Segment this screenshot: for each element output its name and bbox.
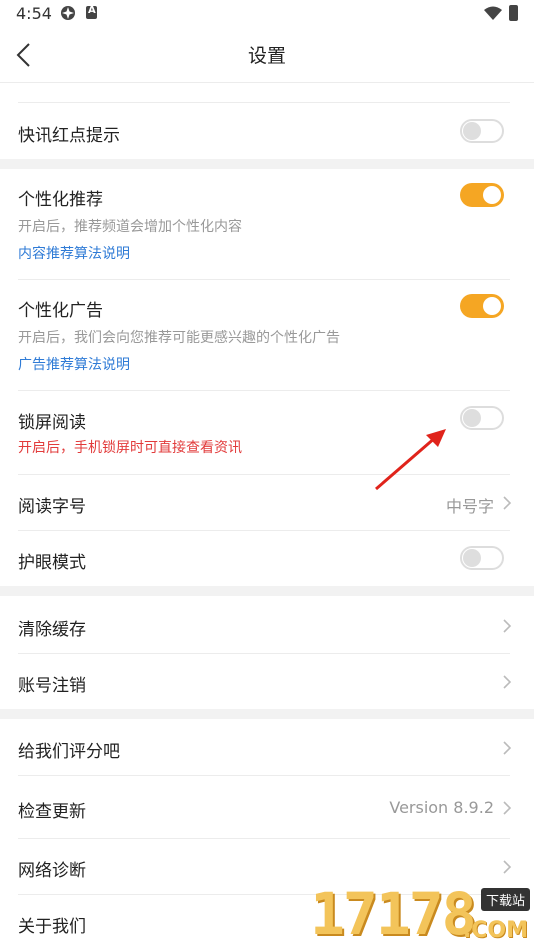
chevron-right-icon	[503, 741, 512, 755]
setting-lock-screen-reading: 锁屏阅读 开启后，手机锁屏时可直接查看资讯	[0, 391, 534, 474]
setting-description: 开启后，推荐频道会增加个性化内容	[18, 219, 242, 235]
status-time: 4:54	[16, 4, 52, 23]
chevron-right-icon	[503, 496, 512, 510]
setting-description: 开启后，我们会向您推荐可能更感兴趣的个性化广告	[18, 330, 340, 346]
eye-protection-toggle[interactable]	[460, 546, 504, 570]
partially-visible-row	[18, 82, 510, 103]
status-bar: 4:54	[0, 0, 534, 28]
chevron-right-icon	[503, 619, 512, 633]
watermark-number: 17178	[310, 880, 477, 948]
section-separator	[0, 709, 534, 719]
setting-label: 检查更新	[18, 802, 86, 822]
setting-label: 快讯红点提示	[18, 126, 120, 146]
setting-personal-recommendation: 个性化推荐 开启后，推荐频道会增加个性化内容 内容推荐算法说明	[0, 169, 534, 279]
setting-warning-description: 开启后，手机锁屏时可直接查看资讯	[18, 440, 242, 456]
chevron-right-icon	[503, 801, 512, 815]
personal-ads-toggle[interactable]	[460, 294, 504, 318]
lock-screen-reading-toggle[interactable]	[460, 406, 504, 430]
app-notification-icon	[61, 6, 75, 20]
chevron-right-icon	[503, 675, 512, 689]
setting-font-size[interactable]: 阅读字号 中号字	[0, 475, 534, 530]
setting-label: 阅读字号	[18, 497, 86, 517]
setting-label: 个性化广告	[18, 301, 103, 321]
ad-algorithm-link[interactable]: 广告推荐算法说明	[18, 354, 130, 374]
toggle-knob	[463, 409, 481, 427]
setting-clear-cache[interactable]: 清除缓存	[0, 598, 534, 653]
text-notification-icon	[86, 5, 97, 19]
toggle-knob	[483, 297, 501, 315]
chevron-right-icon	[503, 860, 512, 874]
personal-recommendation-toggle[interactable]	[460, 183, 504, 207]
setting-label: 网络诊断	[18, 861, 86, 881]
page-title: 设置	[247, 45, 286, 67]
setting-check-update[interactable]: 检查更新 Version 8.9.2	[0, 776, 534, 838]
setting-label: 锁屏阅读	[18, 413, 86, 433]
version-value: Version 8.9.2	[389, 798, 494, 817]
setting-label: 个性化推荐	[18, 190, 103, 210]
setting-personal-ads: 个性化广告 开启后，我们会向您推荐可能更感兴趣的个性化广告 广告推荐算法说明	[0, 280, 534, 390]
toggle-knob	[483, 186, 501, 204]
section-separator	[0, 159, 534, 169]
setting-news-red-dot: 快讯红点提示	[0, 103, 534, 159]
setting-rate-us[interactable]: 给我们评分吧	[0, 720, 534, 775]
section-separator	[0, 586, 534, 596]
toggle-knob	[463, 122, 481, 140]
battery-icon	[509, 5, 518, 21]
setting-label: 护眼模式	[18, 553, 86, 573]
site-watermark: 17178 下载站 .COM	[310, 880, 534, 950]
app-header: 设置	[0, 28, 534, 83]
setting-label: 账号注销	[18, 676, 86, 696]
recommendation-algorithm-link[interactable]: 内容推荐算法说明	[18, 243, 130, 263]
toggle-knob	[463, 549, 481, 567]
wifi-icon	[484, 6, 502, 20]
font-size-value: 中号字	[445, 497, 494, 516]
setting-label: 清除缓存	[18, 620, 86, 640]
setting-eye-protection: 护眼模式	[0, 531, 534, 586]
watermark-tag: 下载站	[480, 888, 530, 911]
news-red-dot-toggle[interactable]	[460, 119, 504, 143]
setting-cancel-account[interactable]: 账号注销	[0, 654, 534, 709]
setting-label: 关于我们	[18, 917, 86, 937]
setting-label: 给我们评分吧	[18, 742, 120, 762]
watermark-domain: .COM	[462, 918, 528, 943]
